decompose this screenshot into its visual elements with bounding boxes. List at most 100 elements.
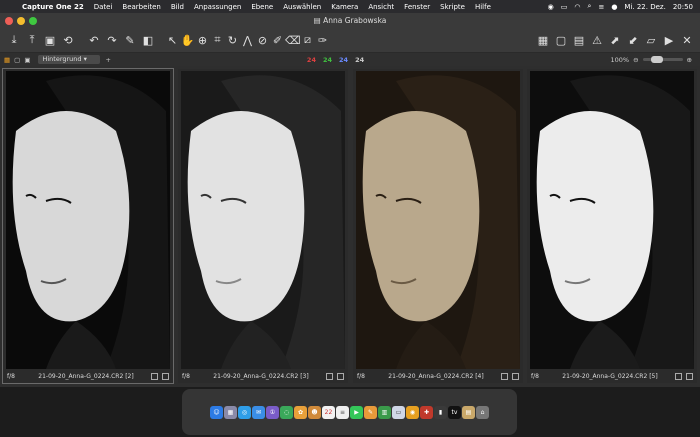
- mail-icon[interactable]: ✉: [252, 405, 265, 419]
- brush-tool-icon[interactable]: ✐: [270, 34, 285, 47]
- menu-kamera[interactable]: Kamera: [326, 3, 363, 11]
- variant-1-flag[interactable]: [162, 372, 169, 380]
- copy-adjustments-icon[interactable]: ⬈: [606, 34, 624, 47]
- finder-icon[interactable]: ☺: [210, 405, 223, 419]
- variant-3-image[interactable]: [356, 71, 520, 369]
- loupe-tool-icon[interactable]: ⊕: [195, 34, 210, 47]
- variant-4-flag[interactable]: [686, 372, 693, 380]
- variant-2-flag[interactable]: [337, 372, 344, 380]
- menu-ebene[interactable]: Ebene: [246, 3, 278, 11]
- count-white: 24: [355, 55, 365, 64]
- launchpad-icon[interactable]: ▦: [224, 405, 237, 419]
- siri-icon[interactable]: ●: [611, 3, 617, 11]
- variant-1-checkbox[interactable]: [151, 372, 158, 380]
- clock-date[interactable]: Mi. 22. Dez.: [624, 3, 665, 11]
- variant-3-checkbox[interactable]: [501, 372, 508, 380]
- picker-tool-icon[interactable]: ✑: [315, 34, 330, 47]
- gift-icon[interactable]: ✚: [420, 405, 433, 419]
- variant-3-caption: f/8 21-09-20_Anna-G_0224.CR2 [4]: [357, 371, 519, 381]
- rotate-tool-icon[interactable]: ↻: [225, 34, 240, 47]
- menu-hilfe[interactable]: Hilfe: [470, 3, 496, 11]
- menu-fenster[interactable]: Fenster: [399, 3, 435, 11]
- grid-view-icon[interactable]: ▦: [534, 34, 552, 47]
- variant-4-caption: f/8 21-09-20_Anna-G_0224.CR2 [5]: [531, 371, 693, 381]
- main-window: ▤ Anna Grabowska ⤓ ⤒ ▣ ⟲ ↶ ↷ ✎ ◧ ↖ ✋ ⊕ ⌗…: [0, 13, 700, 387]
- add-layer-icon[interactable]: +: [105, 56, 110, 64]
- count-blue: 24: [339, 55, 349, 64]
- multi-view-icon[interactable]: ▦: [4, 56, 10, 64]
- camera-icon[interactable]: ▣: [41, 34, 59, 47]
- zoom-fit-icon[interactable]: ⊕: [687, 56, 692, 64]
- menu-datei[interactable]: Datei: [89, 3, 118, 11]
- menu-anpassungen[interactable]: Anpassungen: [189, 3, 246, 11]
- menu-skripte[interactable]: Skripte: [435, 3, 470, 11]
- record-icon[interactable]: ◉: [548, 3, 554, 11]
- variant-3[interactable]: f/8 21-09-20_Anna-G_0224.CR2 [4]: [353, 69, 523, 383]
- safari-icon[interactable]: ◎: [238, 405, 251, 419]
- variant-2-checkbox[interactable]: [326, 372, 333, 380]
- variant-2[interactable]: f/8 21-09-20_Anna-G_0224.CR2 [3]: [178, 69, 348, 383]
- apply-adjustments-icon[interactable]: ⬋: [624, 34, 642, 47]
- dock: ☺ ▦ ◎ ✉ ① ◌ ✿ ☻ 22 ≡ ▶ ✎ ▥ ▭ ◉ ✚ ▮ tv ▤ …: [182, 389, 517, 435]
- menu-auswaehlen[interactable]: Auswählen: [278, 3, 326, 11]
- eraser-tool-icon[interactable]: ⌫: [285, 34, 301, 47]
- proof-view-icon[interactable]: ▣: [24, 56, 30, 64]
- folder-icon[interactable]: ▱: [642, 34, 660, 47]
- wifi-icon[interactable]: ◠: [574, 3, 580, 11]
- trash-icon[interactable]: ⌂: [476, 405, 489, 419]
- keystone-tool-icon[interactable]: ⋀: [240, 34, 255, 47]
- gradient-tool-icon[interactable]: ⧄: [300, 33, 315, 47]
- clock-time[interactable]: 20:50: [673, 3, 693, 11]
- auto-adjust-icon[interactable]: ✎: [121, 34, 139, 47]
- crop-tool-icon[interactable]: ⌗: [210, 33, 225, 47]
- variant-3-flag[interactable]: [512, 372, 519, 380]
- facetime-icon[interactable]: ▶: [350, 405, 363, 419]
- single-view-icon[interactable]: ▢: [14, 56, 20, 64]
- import-icon[interactable]: ⤓: [5, 33, 23, 47]
- select-tool-icon[interactable]: ↖: [165, 34, 180, 47]
- variant-2-image[interactable]: [181, 71, 345, 369]
- close-view-icon[interactable]: ✕: [678, 34, 696, 47]
- variant-4-checkbox[interactable]: [675, 372, 682, 380]
- reset-icon[interactable]: ⟲: [59, 34, 77, 47]
- notes-icon[interactable]: ≡: [336, 405, 349, 419]
- layer-select[interactable]: Hintergrund ▾: [38, 55, 101, 64]
- search-icon[interactable]: ⌕: [588, 2, 592, 11]
- messages-icon[interactable]: ◌: [280, 405, 293, 419]
- pages-icon[interactable]: ✎: [364, 405, 377, 419]
- menu-bearbeiten[interactable]: Bearbeiten: [117, 3, 165, 11]
- pan-tool-icon[interactable]: ✋: [180, 34, 195, 47]
- variant-4[interactable]: f/8 21-09-20_Anna-G_0224.CR2 [5]: [527, 69, 697, 383]
- browser-icon[interactable]: ▤: [570, 34, 588, 47]
- zoom-icon[interactable]: ⊖: [633, 56, 638, 64]
- control-center-icon[interactable]: ≡: [598, 3, 604, 11]
- battery-icon[interactable]: ▭: [561, 3, 568, 11]
- export-icon[interactable]: ⤒: [23, 33, 41, 47]
- app-one-icon[interactable]: ①: [266, 405, 279, 419]
- menu-app-name[interactable]: Capture One 22: [17, 3, 89, 11]
- exposure-warning-icon[interactable]: ⚠: [588, 34, 606, 47]
- viewer-icon[interactable]: ▢: [552, 34, 570, 47]
- spot-removal-icon[interactable]: ⊘: [255, 34, 270, 47]
- contacts-icon[interactable]: ☻: [308, 405, 321, 419]
- numbers-icon[interactable]: ▥: [378, 405, 391, 419]
- menu-bar: Capture One 22 Datei Bearbeiten Bild Anp…: [0, 0, 700, 13]
- zoom-slider[interactable]: [642, 56, 683, 63]
- appletv-icon[interactable]: tv: [448, 405, 461, 419]
- variant-4-image[interactable]: [530, 71, 694, 369]
- slideshow-icon[interactable]: ▶: [660, 34, 678, 47]
- activity-icon[interactable]: ▮: [434, 405, 447, 419]
- archive-icon[interactable]: ▤: [462, 405, 475, 419]
- redo-icon[interactable]: ↷: [103, 34, 121, 47]
- menu-bild[interactable]: Bild: [166, 3, 189, 11]
- capture-one-icon[interactable]: ◉: [406, 405, 419, 419]
- compare-icon[interactable]: ◧: [139, 34, 157, 47]
- undo-icon[interactable]: ↶: [85, 34, 103, 47]
- count-red: 24: [306, 55, 316, 64]
- variant-1-image[interactable]: [6, 71, 170, 369]
- calendar-icon[interactable]: 22: [322, 405, 335, 419]
- menu-ansicht[interactable]: Ansicht: [363, 3, 399, 11]
- variant-1[interactable]: f/8 21-09-20_Anna-G_0224.CR2 [2]: [2, 68, 174, 384]
- preview-icon[interactable]: ▭: [392, 405, 405, 419]
- photos-icon[interactable]: ✿: [294, 405, 307, 419]
